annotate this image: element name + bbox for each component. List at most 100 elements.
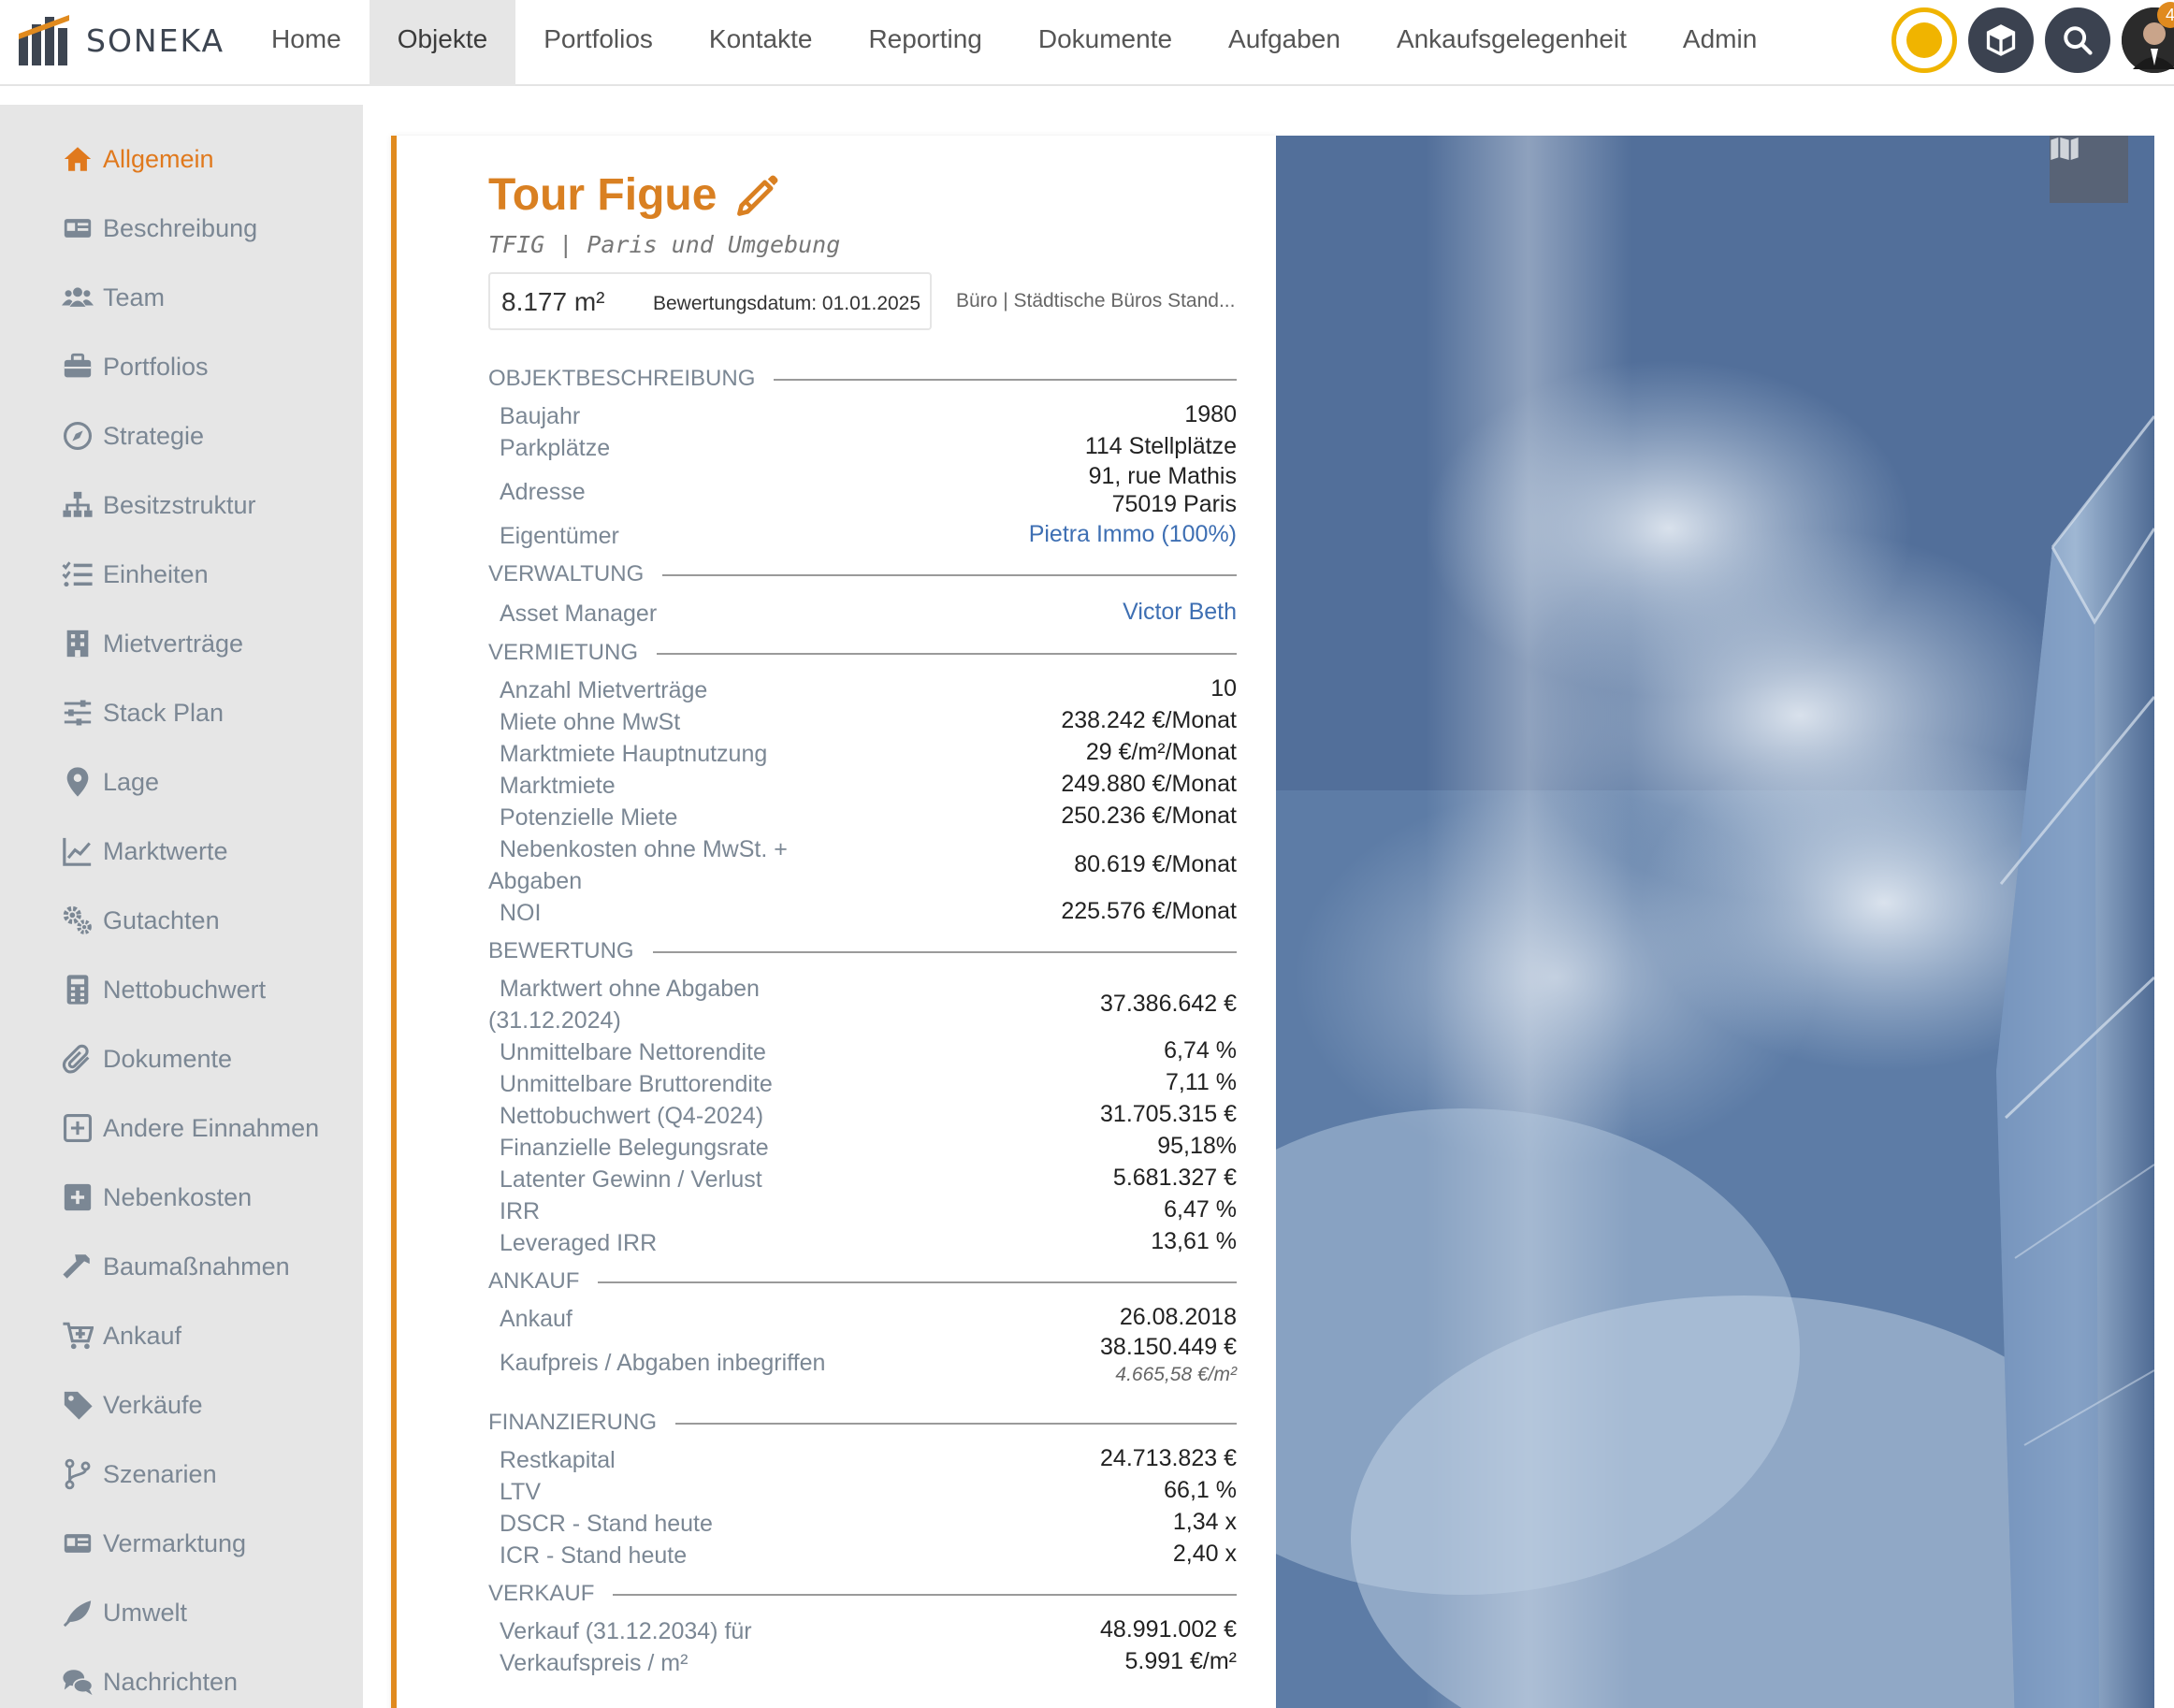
sidebar-item-baumassnahmen[interactable]: Baumaßnahmen [60, 1244, 290, 1289]
sidebar-item-mietvertraege[interactable]: Mietverträge [60, 621, 243, 666]
coin-icon[interactable] [1891, 7, 1957, 73]
pencil-icon[interactable] [733, 171, 782, 220]
section-title: VERWALTUNG [488, 561, 663, 587]
sidebar-item-nettobuchwert[interactable]: Nettobuchwert [60, 967, 266, 1012]
row-label: Baujahr [500, 403, 581, 429]
sidebar-item-andere-einnahmen[interactable]: Andere Einnahmen [60, 1106, 319, 1151]
row-label: Kaufpreis / Abgaben inbegriffen [500, 1350, 826, 1376]
owner-link[interactable]: Pietra Immo (100%) [1029, 520, 1237, 548]
sidebar-item-gutachten[interactable]: Gutachten [60, 898, 220, 943]
row-value: 10 [1210, 675, 1237, 702]
sidebar: Allgemein Beschreibung Team Portfolios S… [0, 105, 363, 1708]
sidebar-item-nebenkosten[interactable]: Nebenkosten [60, 1175, 252, 1220]
cube-button[interactable] [1968, 7, 2034, 73]
sidebar-item-label: Strategie [103, 421, 205, 450]
section-verwaltung: VERWALTUNG [488, 561, 1237, 587]
map-pin-icon [60, 764, 95, 800]
row-kaufpreis: Kaufpreis / Abgaben inbegriffen 38.150.4… [488, 1333, 1237, 1395]
sidebar-item-label: Beschreibung [103, 213, 258, 242]
row-label: Asset Manager [500, 601, 658, 627]
hammer-icon [60, 1249, 95, 1284]
cogs-icon [60, 903, 95, 938]
sidebar-item-umwelt[interactable]: Umwelt [60, 1590, 187, 1635]
users-icon [60, 280, 95, 315]
nav-admin[interactable]: Admin [1655, 0, 1785, 86]
row-value: 6,74 % [1164, 1037, 1237, 1064]
property-info-box: 8.177 m² Bewertungsdatum: 01.01.2025 [488, 272, 932, 330]
sidebar-item-label: Nachrichten [103, 1667, 239, 1696]
sidebar-item-ankauf[interactable]: Ankauf [60, 1313, 181, 1358]
row-label: Finanzielle Belegungsrate [500, 1135, 769, 1161]
sidebar-item-szenarien[interactable]: Szenarien [60, 1452, 217, 1497]
map-toggle-button[interactable] [2050, 136, 2128, 203]
nav-aufgaben[interactable]: Aufgaben [1200, 0, 1369, 86]
sidebar-item-marktwerte[interactable]: Marktwerte [60, 829, 228, 874]
user-avatar[interactable]: 4 [2122, 2, 2174, 73]
sidebar-item-label: Nettobuchwert [103, 975, 267, 1004]
row-label: Restkapital [500, 1447, 616, 1473]
sidebar-item-beschreibung[interactable]: Beschreibung [60, 206, 257, 251]
sidebar-item-einheiten[interactable]: Einheiten [60, 552, 209, 597]
row-label: DSCR - Stand heute [500, 1511, 713, 1537]
property-photo [1276, 136, 2154, 1708]
sidebar-item-label: Baumaßnahmen [103, 1252, 290, 1281]
section-title: VERKAUF [488, 1581, 614, 1607]
sidebar-item-label: Dokumente [103, 1044, 233, 1073]
nav-dokumente[interactable]: Dokumente [1010, 0, 1200, 86]
property-area: 8.177 m² [501, 287, 605, 316]
building-icon [60, 626, 95, 661]
sidebar-item-strategie[interactable]: Strategie [60, 413, 204, 458]
logo[interactable]: SONEKA [17, 11, 225, 69]
sidebar-item-dokumente[interactable]: Dokumente [60, 1036, 232, 1081]
sidebar-item-label: Allgemein [103, 144, 214, 173]
main-nav: Home Objekte Portfolios Kontakte Reporti… [243, 0, 1785, 86]
sidebar-item-vermarktung[interactable]: Vermarktung [60, 1521, 246, 1566]
checklist-icon [60, 557, 95, 592]
cart-plus-icon [60, 1318, 95, 1353]
search-button[interactable] [2045, 7, 2110, 73]
comments-icon [60, 1664, 95, 1700]
purchase-price-per-sqm: 4.665,58 €/m² [1115, 1364, 1237, 1385]
row-value: 5.991 €/m² [1124, 1648, 1237, 1674]
section-verkauf: VERKAUF [488, 1581, 1237, 1607]
nav-objekte[interactable]: Objekte [369, 0, 516, 86]
sidebar-item-stack-plan[interactable]: Stack Plan [60, 690, 224, 735]
sidebar-item-allgemein[interactable]: Allgemein [60, 137, 214, 181]
plus-square-outline-icon [60, 1110, 95, 1146]
paperclip-icon [60, 1041, 95, 1077]
sidebar-item-portfolios[interactable]: Portfolios [60, 344, 209, 389]
row-label: Marktmiete [500, 773, 616, 799]
section-title: BEWERTUNG [488, 938, 653, 964]
section-vermietung: VERMIETUNG [488, 640, 1237, 666]
sidebar-item-lage[interactable]: Lage [60, 760, 159, 804]
row-value: 114 Stellplätze [1084, 433, 1237, 459]
sidebar-item-label: Ankauf [103, 1321, 182, 1350]
sidebar-item-verkaeufe[interactable]: Verkäufe [60, 1382, 203, 1427]
row-label: Unmittelbare Bruttorendite [500, 1071, 773, 1097]
row-nebenkosten: Nebenkosten ohne MwSt. + Abgaben 80.619 … [488, 833, 1237, 897]
map-icon [2051, 138, 2079, 160]
nav-reporting[interactable]: Reporting [840, 0, 1009, 86]
search-icon [2064, 26, 2093, 55]
row-value: 48.991.002 € [1100, 1616, 1237, 1643]
row-label: Verkauf (31.12.2034) für [500, 1618, 752, 1644]
nav-ankaufsgelegenheit[interactable]: Ankaufsgelegenheit [1369, 0, 1655, 86]
row-value: 31.705.315 € [1100, 1101, 1237, 1127]
id-card-icon [60, 210, 95, 246]
row-value: 1980 [1184, 401, 1237, 427]
sidebar-item-nachrichten[interactable]: Nachrichten [60, 1659, 238, 1704]
section-ankauf: ANKAUF [488, 1268, 1237, 1295]
nav-home[interactable]: Home [243, 0, 370, 86]
row-label: NOI [500, 900, 542, 926]
row-value: 13,61 % [1151, 1228, 1237, 1254]
sidebar-item-besitzstruktur[interactable]: Besitzstruktur [60, 483, 256, 528]
asset-manager-link[interactable]: Victor Beth [1123, 598, 1237, 626]
sidebar-item-team[interactable]: Team [60, 275, 165, 320]
nav-portfolios[interactable]: Portfolios [515, 0, 681, 86]
address-line-2: 75019 Paris [1111, 491, 1237, 517]
nav-kontakte[interactable]: Kontakte [681, 0, 841, 86]
property-name: Tour Figue [488, 170, 717, 220]
row-value: 238.242 €/Monat [1061, 707, 1237, 733]
sliders-icon [60, 695, 95, 731]
property-usage: Büro | Städtische Büros Stand... [956, 290, 1236, 311]
